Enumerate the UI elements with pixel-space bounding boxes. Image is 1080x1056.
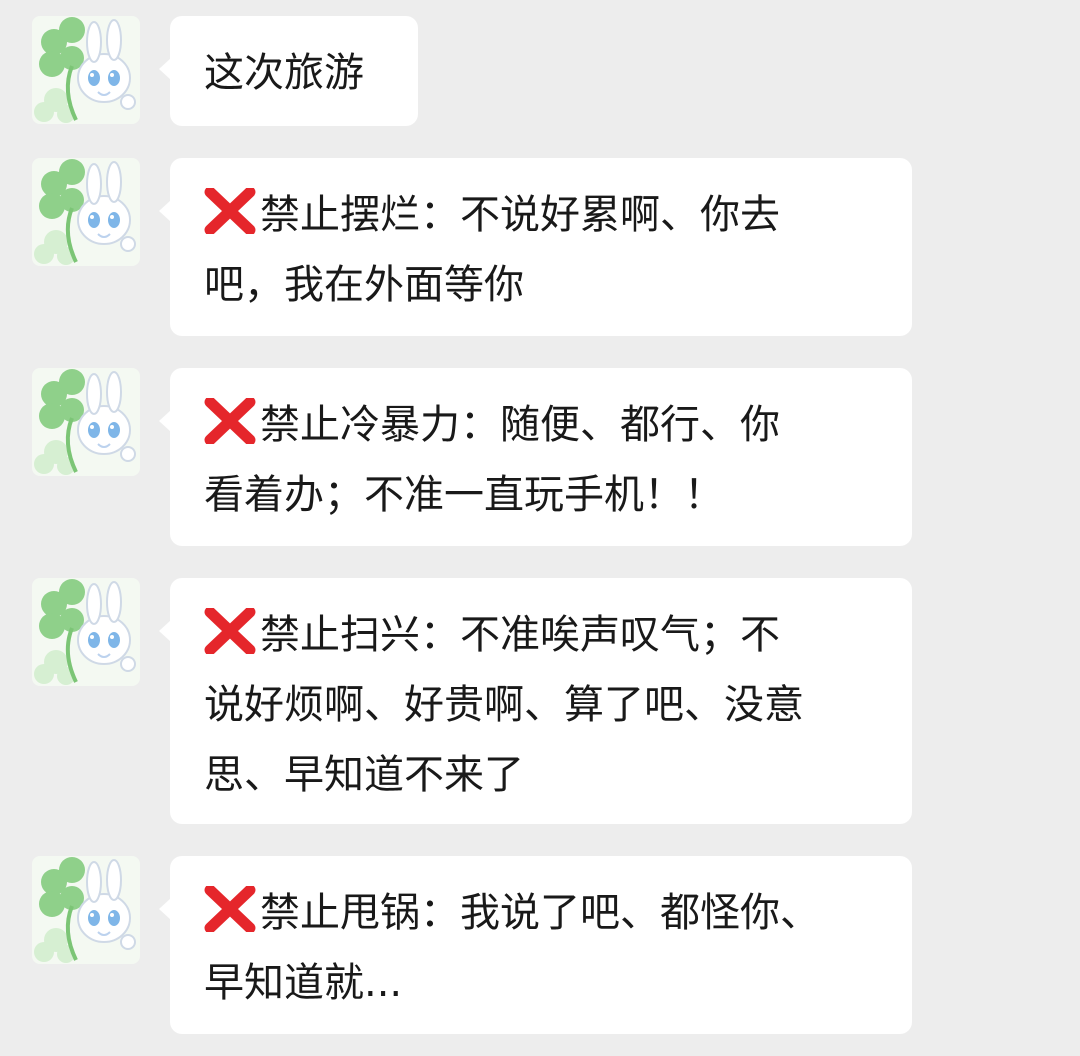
message-text: 禁止冷暴力：随便、都行、你 xyxy=(260,402,780,448)
clover-bunny-avatar[interactable] xyxy=(32,16,140,124)
chat-area: 这次旅游 禁止摆烂：不说好累啊、你去 吧，我在外面等你 禁止冷暴力：随便、都行、… xyxy=(0,0,1080,1056)
red-x-icon xyxy=(204,608,256,654)
message-bubble[interactable]: 禁止摆烂：不说好累啊、你去 吧，我在外面等你 xyxy=(159,158,912,336)
message-text: 禁止甩锅：我说了吧、都怪你、 xyxy=(260,890,820,936)
clover-bunny-avatar[interactable] xyxy=(32,856,140,964)
message-text: 吧，我在外面等你 xyxy=(204,262,524,308)
message-text: 思、早知道不来了 xyxy=(204,752,524,798)
message-bubble[interactable]: 禁止冷暴力：随便、都行、你 看着办；不准一直玩手机！！ xyxy=(159,368,912,546)
clover-bunny-avatar[interactable] xyxy=(32,368,140,476)
message-text: 这次旅游 xyxy=(204,50,364,96)
clover-bunny-avatar[interactable] xyxy=(32,578,140,686)
red-x-icon xyxy=(204,886,256,932)
clover-bunny-avatar[interactable] xyxy=(32,158,140,266)
message-text: 早知道就... xyxy=(204,960,403,1006)
message-bubble[interactable]: 这次旅游 xyxy=(159,16,418,126)
avatar-image xyxy=(34,369,136,475)
message-text: 看着办；不准一直玩手机！！ xyxy=(204,472,724,518)
message-text: 禁止扫兴：不准唉声叹气；不 xyxy=(260,612,780,658)
message-text: 说好烦啊、好贵啊、算了吧、没意 xyxy=(204,682,804,728)
red-x-icon xyxy=(204,398,256,444)
avatar-image xyxy=(34,579,136,685)
message-bubble[interactable]: 禁止扫兴：不准唉声叹气；不 说好烦啊、好贵啊、算了吧、没意 思、早知道不来了 xyxy=(159,578,912,824)
avatar-image xyxy=(34,17,136,123)
avatar-image xyxy=(34,857,136,963)
red-x-icon xyxy=(204,188,256,234)
message-bubble[interactable]: 禁止甩锅：我说了吧、都怪你、 早知道就... xyxy=(159,856,912,1034)
avatar-image xyxy=(34,159,136,265)
message-text: 禁止摆烂：不说好累啊、你去 xyxy=(260,192,780,238)
